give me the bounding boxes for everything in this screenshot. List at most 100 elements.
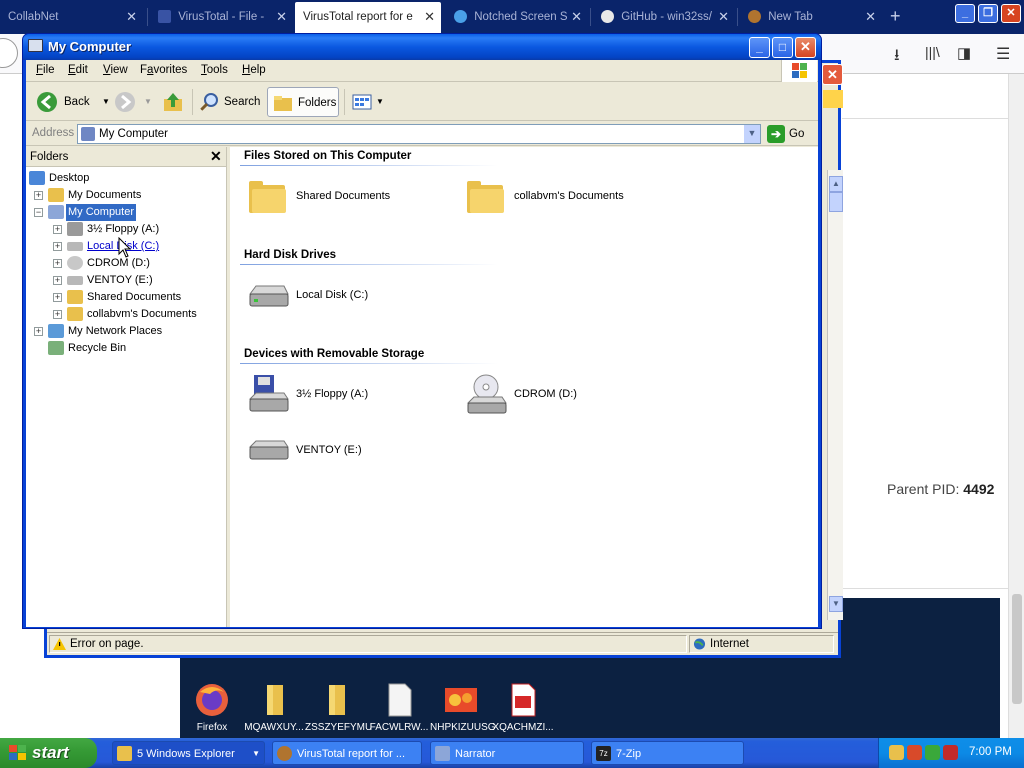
maximize-button[interactable]: □ — [772, 37, 793, 58]
windows-logo-icon — [823, 90, 843, 108]
expand-icon[interactable]: + — [53, 276, 62, 285]
group-heading: Devices with Removable Storage — [244, 348, 425, 360]
search-button[interactable]: Search — [196, 87, 264, 117]
page-scrollbar-thumb[interactable] — [1012, 594, 1022, 704]
parent-pid-value: 4492 — [963, 481, 995, 497]
search-icon — [199, 93, 218, 112]
address-dropdown-icon[interactable]: ▼ — [743, 125, 760, 143]
task-dropdown-icon[interactable]: ▼ — [252, 742, 260, 764]
task-7zip[interactable]: 7z 7-Zip — [591, 741, 744, 765]
page-scrollbar[interactable] — [1008, 74, 1024, 738]
browser-minimize-button[interactable]: _ — [955, 4, 975, 23]
task-virustotal[interactable]: VirusTotal report for ... — [272, 741, 422, 765]
tray-icon[interactable] — [889, 745, 904, 760]
menu-file[interactable]: File — [36, 64, 55, 76]
tab-close-icon[interactable]: ✕ — [571, 3, 582, 31]
desktop-icon-label: FACWLRW... — [369, 722, 429, 733]
desktop-icon-pdf[interactable]: XQACHMZI... — [492, 682, 554, 733]
browser-back-button[interactable] — [0, 38, 18, 68]
folder-icon — [67, 290, 83, 304]
tab-github[interactable]: GitHub - win32ss/ ✕ — [593, 3, 735, 31]
forward-arrow-icon — [115, 92, 135, 112]
task-narrator[interactable]: Narrator — [430, 741, 584, 765]
desktop-icon-folder-2[interactable]: ZSSZYEFYMU — [305, 682, 372, 733]
tab-close-icon[interactable]: ✕ — [718, 3, 729, 31]
hard-disk-icon — [67, 242, 83, 251]
folders-button[interactable]: Folders — [267, 87, 339, 117]
new-tab-button[interactable]: + — [890, 6, 901, 27]
expand-icon[interactable]: + — [53, 242, 62, 251]
library-icon[interactable]: |||\ — [925, 44, 940, 60]
expand-icon[interactable]: + — [53, 259, 62, 268]
desktop-icon-firefox[interactable]: Firefox — [181, 682, 243, 733]
folders-pane-close-icon[interactable]: ✕ — [210, 148, 222, 165]
close-button[interactable]: ✕ — [795, 37, 816, 58]
ie-close-button[interactable]: ✕ — [822, 64, 843, 85]
go-button[interactable]: ➔ Go — [767, 124, 804, 144]
download-icon[interactable]: ⭳ — [894, 44, 900, 71]
floppy-drive-icon — [248, 375, 289, 412]
forward-dropdown-icon[interactable]: ▼ — [144, 87, 152, 117]
browser-restore-button[interactable]: ❐ — [978, 4, 998, 23]
removable-drive-icon — [67, 276, 83, 285]
menu-favorites[interactable]: Favorites — [140, 64, 187, 76]
views-icon — [352, 94, 372, 110]
mouse-cursor-icon — [118, 237, 132, 258]
menu-edit[interactable]: Edit — [68, 64, 88, 76]
desktop-icon-image[interactable]: NHPKIZUUSG — [430, 682, 496, 733]
tab-virustotal-report[interactable]: VirusTotal report for e ✕ — [295, 2, 441, 34]
window-titlebar[interactable]: My Computer _ □ ✕ — [23, 34, 821, 60]
menu-view[interactable]: View — [103, 64, 128, 76]
folder-icon — [256, 682, 292, 718]
back-button[interactable]: Back ▼ — [34, 87, 114, 117]
address-field[interactable]: My Computer ▼ — [77, 124, 761, 144]
menu-tools[interactable]: Tools — [201, 64, 228, 76]
hard-disk-icon — [249, 285, 289, 307]
folders-pane-title: Folders — [30, 151, 69, 163]
sidebar-icon[interactable]: ◨ — [957, 44, 971, 62]
views-button[interactable]: ▼ — [349, 87, 385, 117]
minimize-button[interactable]: _ — [749, 37, 770, 58]
expand-icon[interactable]: + — [34, 327, 43, 336]
back-dropdown-icon[interactable]: ▼ — [102, 87, 110, 117]
tab-notched-screen[interactable]: Notched Screen S ✕ — [446, 3, 588, 31]
tab-close-icon[interactable]: ✕ — [276, 3, 287, 31]
tab-close-icon[interactable]: ✕ — [424, 2, 435, 32]
collapse-icon[interactable]: − — [34, 208, 43, 217]
back-arrow-icon — [37, 92, 57, 112]
tab-new-tab[interactable]: New Tab ✕ — [740, 3, 882, 31]
ie-scrollbar[interactable]: ▲ ▼ — [827, 170, 843, 620]
start-button[interactable]: start — [0, 738, 97, 768]
expand-icon[interactable]: + — [53, 293, 62, 302]
expand-icon[interactable]: + — [34, 191, 43, 200]
computer-icon — [81, 127, 95, 141]
up-folder-button[interactable] — [160, 87, 188, 117]
forward-button[interactable]: ▼ — [114, 87, 154, 117]
github-icon — [601, 10, 614, 24]
status-zone-text: Internet — [710, 638, 749, 650]
tab-virustotal-file[interactable]: VirusTotal - File - ✕ — [150, 3, 293, 31]
desktop-icon — [29, 171, 45, 185]
tab-close-icon[interactable]: ✕ — [865, 3, 876, 31]
notched-screen-icon — [454, 10, 467, 24]
expand-icon[interactable]: + — [53, 310, 62, 319]
menu-icon[interactable]: ☰ — [996, 44, 1010, 64]
security-alert-icon[interactable] — [943, 745, 958, 760]
tab-close-icon[interactable]: ✕ — [126, 3, 137, 31]
start-label: start — [32, 743, 69, 762]
desktop-icon-label: XQACHMZI... — [492, 722, 554, 733]
security-shield-icon[interactable] — [907, 745, 922, 760]
address-label: Address — [32, 127, 75, 139]
group-heading: Files Stored on This Computer — [244, 150, 412, 162]
task-windows-explorer[interactable]: 5 Windows Explorer ▼ — [112, 741, 265, 765]
views-dropdown-icon[interactable]: ▼ — [376, 87, 384, 117]
desktop-icon-file[interactable]: FACWLRW... — [368, 682, 430, 733]
expand-icon[interactable]: + — [53, 225, 62, 234]
globe-icon — [693, 638, 706, 650]
browser-close-button[interactable]: ✕ — [1001, 4, 1021, 23]
menu-help[interactable]: Help — [242, 64, 266, 76]
tab-collabnet[interactable]: CollabNet ✕ — [0, 3, 143, 31]
desktop-icon-folder-1[interactable]: MQAWXUY... — [243, 682, 305, 733]
network-icon[interactable] — [925, 745, 940, 760]
image-file-icon — [443, 682, 479, 718]
